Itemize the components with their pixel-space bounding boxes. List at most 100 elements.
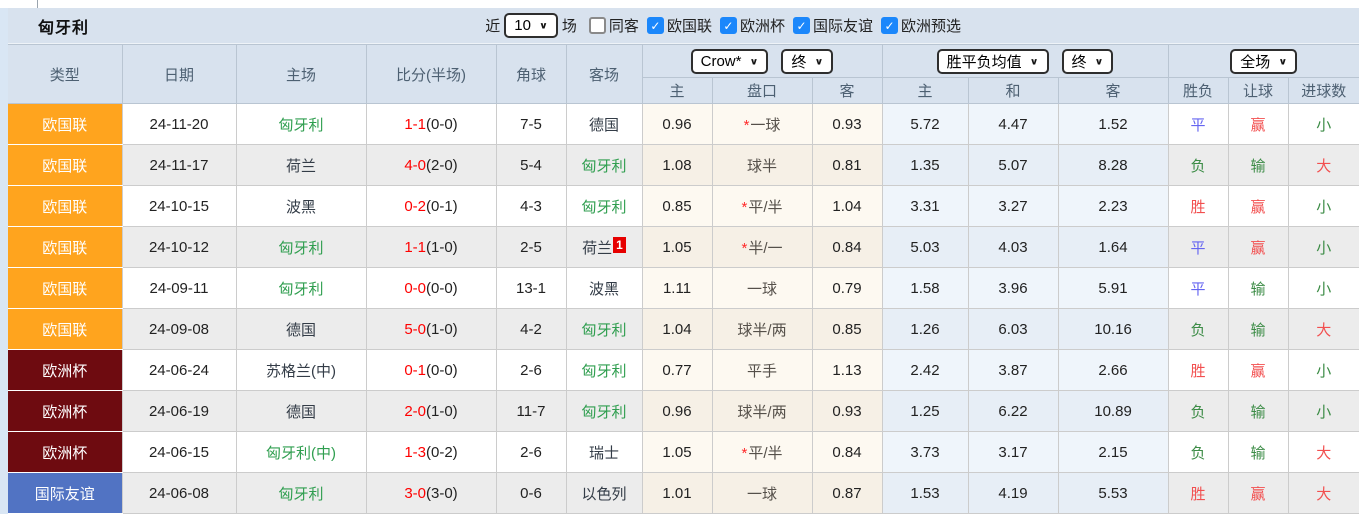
home-team-link[interactable]: 匈牙利 — [235, 226, 367, 268]
avg-loss: 5.91 — [1057, 267, 1169, 309]
avg-type-select[interactable]: 胜平负均值 ∨ — [936, 48, 1049, 74]
avg-draw: 4.47 — [967, 103, 1059, 145]
score: 3-0(3-0) — [365, 472, 497, 514]
corner-kicks: 2-6 — [495, 431, 567, 473]
score: 0-1(0-0) — [365, 349, 497, 391]
filter-checkbox-3[interactable]: ✓ — [792, 17, 810, 34]
odds-home: 0.85 — [641, 185, 713, 227]
table-row: 欧国联 24-11-20 匈牙利 1-1(0-0) 7-5 德国 0.96 *一球 0.93 5.… — [8, 103, 1359, 145]
home-team-link[interactable]: 匈牙利 — [235, 103, 367, 145]
home-team-link[interactable]: 荷兰 — [235, 144, 367, 186]
goals-result: 大 — [1287, 308, 1359, 350]
home-team-link[interactable]: 匈牙利 — [235, 267, 367, 309]
away-team-link[interactable]: 匈牙利 — [565, 390, 643, 432]
away-team-link[interactable]: 匈牙利 — [565, 349, 643, 391]
handicap: *平/半 — [711, 431, 813, 473]
odds-away: 0.81 — [811, 144, 883, 186]
col-header-away: 客场 — [565, 44, 643, 104]
odds-header-group: Crow* ∨ 终 ∨ — [641, 44, 883, 78]
odds-time-select[interactable]: 终 ∨ — [781, 48, 834, 74]
handicap: 球半/两 — [711, 308, 813, 350]
corner-kicks: 4-2 — [495, 308, 567, 350]
home-team-link[interactable]: 苏格兰(中) — [235, 349, 367, 391]
odds-home: 1.05 — [641, 431, 713, 473]
col-header-date: 日期 — [121, 44, 237, 104]
sub-header-odds-away: 客 — [811, 77, 883, 104]
sub-header-let: 让球 — [1227, 77, 1289, 104]
odds-home: 0.96 — [641, 103, 713, 145]
goals-result: 小 — [1287, 267, 1359, 309]
sub-header-avg-win: 主 — [881, 77, 969, 104]
handicap: *平/半 — [711, 185, 813, 227]
away-team-link[interactable]: 瑞士 — [565, 431, 643, 473]
away-team-link[interactable]: 匈牙利 — [565, 185, 643, 227]
score: 1-3(0-2) — [365, 431, 497, 473]
odds-company-select[interactable]: Crow* ∨ — [690, 48, 769, 74]
wdl-result: 平 — [1167, 226, 1229, 268]
filter-label[interactable]: 欧国联 — [667, 15, 712, 36]
handicap: 一球 — [711, 472, 813, 514]
odds-away: 1.04 — [811, 185, 883, 227]
filter-checkbox-0[interactable] — [588, 17, 606, 34]
table-row: 欧洲杯 24-06-24 苏格兰(中) 0-1(0-0) 2-6 匈牙利 0.77 平手 1.1… — [8, 349, 1359, 391]
avg-loss: 8.28 — [1057, 144, 1169, 186]
home-team-link[interactable]: 德国 — [235, 390, 367, 432]
away-team-link[interactable]: 波黑 — [565, 267, 643, 309]
home-team-link[interactable]: 波黑 — [235, 185, 367, 227]
avg-draw: 6.03 — [967, 308, 1059, 350]
odds-away: 0.93 — [811, 103, 883, 145]
filter-checkbox-2[interactable]: ✓ — [719, 17, 737, 34]
wdl-result: 平 — [1167, 103, 1229, 145]
league-type-badge: 欧洲杯 — [8, 431, 123, 473]
home-team-link[interactable]: 匈牙利 — [235, 472, 367, 514]
avg-draw: 3.27 — [967, 185, 1059, 227]
filter-label[interactable]: 欧洲杯 — [740, 15, 785, 36]
league-type-badge: 欧国联 — [8, 103, 123, 145]
avg-time-value: 终 — [1071, 53, 1087, 71]
table-header: 类型 日期 主场 比分(半场) 角球 客场 Crow* ∨ 终 ∨ 胜平负均值 … — [8, 44, 1359, 104]
filter-checkbox-4[interactable]: ✓ — [880, 17, 898, 34]
chevron-down-icon: ∨ — [749, 56, 759, 67]
match-count-select[interactable]: 10 ∨ — [504, 13, 558, 38]
home-team-link[interactable]: 德国 — [235, 308, 367, 350]
corner-kicks: 7-5 — [495, 103, 567, 145]
avg-draw: 4.03 — [967, 226, 1059, 268]
wdl-result: 胜 — [1167, 185, 1229, 227]
sub-header-avg-draw: 和 — [967, 77, 1059, 104]
away-team-link[interactable]: 荷兰 1 — [565, 226, 643, 268]
scope-select[interactable]: 全场 ∨ — [1230, 48, 1298, 74]
handicap: *一球 — [711, 103, 813, 145]
handicap: 球半/两 — [711, 390, 813, 432]
away-team-link[interactable]: 匈牙利 — [565, 308, 643, 350]
chevron-down-icon: ∨ — [1278, 56, 1288, 67]
away-team-link[interactable]: 德国 — [565, 103, 643, 145]
filter-label[interactable]: 同客 — [609, 15, 639, 36]
home-team-link[interactable]: 匈牙利(中) — [235, 431, 367, 473]
odds-home: 1.08 — [641, 144, 713, 186]
sub-header-odds-home: 主 — [641, 77, 713, 104]
handicap-result: 赢 — [1227, 226, 1289, 268]
corner-kicks: 2-5 — [495, 226, 567, 268]
away-team-link[interactable]: 以色列 — [565, 472, 643, 514]
odds-away: 0.84 — [811, 226, 883, 268]
filter-checkbox-1[interactable]: ✓ — [646, 17, 664, 34]
corner-kicks: 13-1 — [495, 267, 567, 309]
goals-result: 小 — [1287, 390, 1359, 432]
corner-kicks: 5-4 — [495, 144, 567, 186]
handicap: 球半 — [711, 144, 813, 186]
filter-label[interactable]: 国际友谊 — [813, 15, 873, 36]
avg-time-select[interactable]: 终 ∨ — [1061, 48, 1114, 74]
odds-home: 0.77 — [641, 349, 713, 391]
away-team-link[interactable]: 匈牙利 — [565, 144, 643, 186]
avg-win: 1.26 — [881, 308, 969, 350]
avg-loss: 1.64 — [1057, 226, 1169, 268]
score: 2-0(1-0) — [365, 390, 497, 432]
league-type-badge: 欧国联 — [8, 144, 123, 186]
wdl-result: 胜 — [1167, 349, 1229, 391]
sub-header-wdl: 胜负 — [1167, 77, 1229, 104]
score: 0-2(0-1) — [365, 185, 497, 227]
avg-win: 3.31 — [881, 185, 969, 227]
filter-label[interactable]: 欧洲预选 — [901, 15, 961, 36]
league-type-badge: 欧国联 — [8, 267, 123, 309]
rank-badge: 1 — [613, 236, 626, 253]
